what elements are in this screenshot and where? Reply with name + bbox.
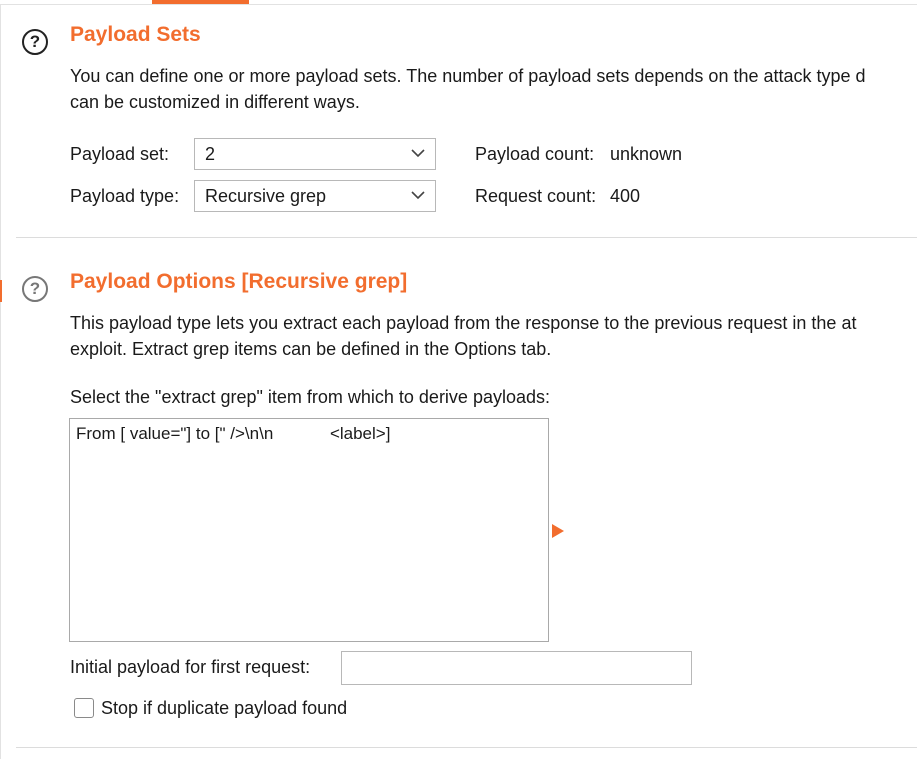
- payload-options-description-line1: This payload type lets you extract each …: [70, 313, 857, 333]
- section-divider: [16, 237, 917, 238]
- help-circle-icon[interactable]: ?: [22, 276, 48, 302]
- payload-type-value: Recursive grep: [205, 186, 327, 206]
- stop-duplicate-label[interactable]: Stop if duplicate payload found: [101, 698, 347, 719]
- payload-set-value: 2: [205, 144, 216, 164]
- payload-options-title: Payload Options [Recursive grep]: [70, 270, 408, 293]
- chevron-down-icon: [411, 149, 425, 158]
- payload-count-label: Payload count:: [475, 144, 595, 164]
- extract-grep-listbox[interactable]: From [ value="] to [" />\n\n <label>]: [69, 418, 549, 642]
- payload-options-description-line2: exploit. Extract grep items can be defin…: [70, 339, 552, 359]
- tab-bar-border: [0, 4, 917, 5]
- request-count-value: 400: [610, 186, 641, 206]
- initial-payload-input[interactable]: [341, 651, 692, 685]
- left-border: [0, 5, 1, 759]
- list-item[interactable]: From [ value="] to [" />\n\n <label>]: [76, 424, 390, 444]
- initial-payload-label: Initial payload for first request:: [70, 657, 311, 677]
- help-circle-icon[interactable]: ?: [22, 29, 48, 55]
- request-count-label: Request count:: [475, 186, 597, 206]
- chevron-down-icon: [411, 191, 425, 200]
- payload-type-select[interactable]: Recursive grep: [194, 180, 436, 212]
- left-accent-mark: [0, 280, 2, 302]
- payload-sets-description-line2: can be customized in different ways.: [70, 92, 360, 112]
- payload-set-label: Payload set:: [70, 144, 170, 164]
- stop-duplicate-checkbox[interactable]: [74, 698, 94, 718]
- section-divider: [16, 747, 917, 748]
- payload-set-select[interactable]: 2: [194, 138, 436, 170]
- payload-type-label: Payload type:: [70, 186, 180, 206]
- payload-sets-description-line1: You can define one or more payload sets.…: [70, 66, 866, 86]
- payload-count-value: unknown: [610, 144, 683, 164]
- payload-sets-title: Payload Sets: [70, 23, 201, 46]
- triangle-right-icon[interactable]: [552, 524, 564, 538]
- extract-grep-select-label: Select the "extract grep" item from whic…: [70, 387, 550, 407]
